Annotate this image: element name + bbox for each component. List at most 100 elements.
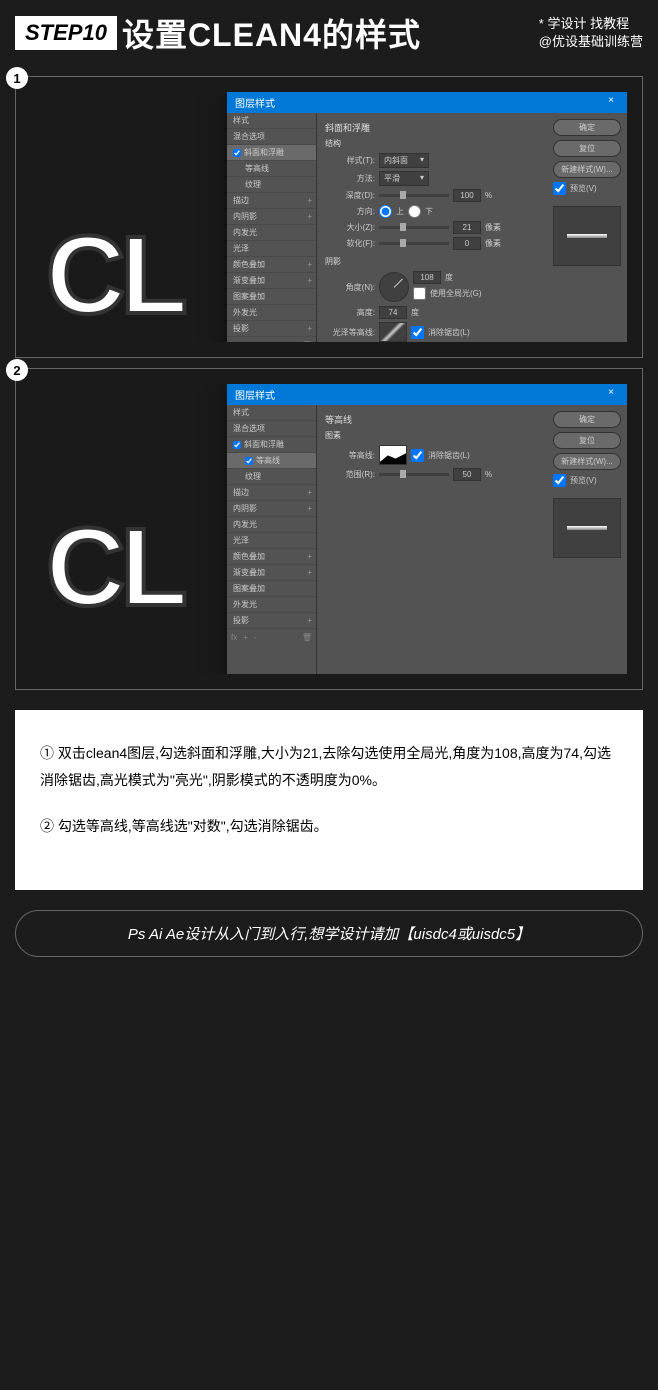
plus-icon: + [307,196,312,205]
altitude-input[interactable]: 74 [379,306,407,319]
ok-button[interactable]: 确定 [553,411,621,428]
style-item-gradient-overlay[interactable]: 渐变叠加+ [227,565,316,581]
style-item-satin[interactable]: 光泽 [227,241,316,257]
fx-icon[interactable]: fx [231,341,237,342]
remove-icon[interactable]: - [254,341,257,342]
add-icon[interactable]: + [243,341,248,342]
technique-label: 方法: [325,173,375,184]
style-item-contour[interactable]: 等高线 [227,453,316,469]
style-item-styles[interactable]: 样式 [227,113,316,129]
style-item-inner-shadow[interactable]: 内阴影+ [227,209,316,225]
remove-icon[interactable]: - [254,633,257,642]
style-item-texture[interactable]: 纹理 [227,177,316,193]
style-item-blend[interactable]: 混合选项 [227,129,316,145]
style-item-pattern-overlay[interactable]: 图案叠加 [227,289,316,305]
close-icon[interactable]: × [603,387,619,402]
style-item-drop-shadow[interactable]: 投影+ [227,321,316,337]
style-item-satin[interactable]: 光泽 [227,533,316,549]
style-item-contour[interactable]: 等高线 [227,161,316,177]
antialias-checkbox[interactable] [411,449,424,462]
global-light-checkbox[interactable] [413,287,426,300]
panel-number-1: 1 [6,67,28,89]
plus-icon: + [307,552,312,561]
size-slider[interactable] [379,226,449,229]
style-item-gradient-overlay[interactable]: 渐变叠加+ [227,273,316,289]
clean-text-preview: CL [46,504,183,631]
soften-input[interactable]: 0 [453,237,481,250]
style-item-inner-glow[interactable]: 内发光 [227,225,316,241]
style-item-stroke[interactable]: 描边+ [227,193,316,209]
style-dropdown[interactable]: 内斜面▾ [379,153,429,168]
gloss-contour-picker[interactable] [379,322,407,342]
bevel-checkbox[interactable] [233,149,241,157]
trash-icon[interactable]: 🗑 [302,341,312,342]
fx-icon[interactable]: fx [231,633,237,642]
style-item-stroke[interactable]: 描边+ [227,485,316,501]
style-list-footer: fx + - 🗑 [227,337,316,342]
preview-checkbox[interactable] [553,182,566,195]
dir-down-radio[interactable] [408,205,421,218]
dialog-right-panel: 确定 复位 新建样式(W)... 预览(V) [547,113,627,342]
add-icon[interactable]: + [243,633,248,642]
style-label: 样式(T): [325,155,375,166]
style-item-blend[interactable]: 混合选项 [227,421,316,437]
style-item-inner-glow[interactable]: 内发光 [227,517,316,533]
depth-label: 深度(D): [325,190,375,201]
ok-button[interactable]: 确定 [553,119,621,136]
description-box: ① 双击clean4图层,勾选斜面和浮雕,大小为21,去除勾选使用全局光,角度为… [15,710,643,890]
style-item-bevel[interactable]: 斜面和浮雕 [227,437,316,453]
preview-checkbox[interactable] [553,474,566,487]
angle-input[interactable]: 108 [413,271,441,284]
technique-dropdown[interactable]: 平滑▾ [379,171,429,186]
new-style-button[interactable]: 新建样式(W)... [553,453,621,470]
element-label: 图素 [325,430,539,441]
dialog-titlebar[interactable]: 图层样式 × [227,92,627,113]
range-slider[interactable] [379,473,449,476]
header-tagline: * 学设计 找教程 @优设基础训练营 [539,15,643,51]
style-item-bevel[interactable]: 斜面和浮雕 [227,145,316,161]
direction-label: 方向: [325,206,375,217]
new-style-button[interactable]: 新建样式(W)... [553,161,621,178]
dir-up-radio[interactable] [379,205,392,218]
style-item-color-overlay[interactable]: 颜色叠加+ [227,549,316,565]
cancel-button[interactable]: 复位 [553,432,621,449]
dialog-right-panel: 确定 复位 新建样式(W)... 预览(V) [547,405,627,674]
style-item-inner-shadow[interactable]: 内阴影+ [227,501,316,517]
soften-slider[interactable] [379,242,449,245]
plus-icon: + [307,324,312,333]
panel-number-2: 2 [6,359,28,381]
style-item-color-overlay[interactable]: 颜色叠加+ [227,257,316,273]
cancel-button[interactable]: 复位 [553,140,621,157]
dialog-titlebar[interactable]: 图层样式 × [227,384,627,405]
bevel-checkbox[interactable] [233,441,241,449]
style-item-outer-glow[interactable]: 外发光 [227,597,316,613]
contour-checkbox[interactable] [245,457,253,465]
gloss-label: 光泽等高线: [325,327,375,338]
panel-1: 1 CL 图层样式 × 样式 混合选项 斜面和浮雕 等高线 纹理 描边+ 内阴影… [15,76,643,358]
size-label: 大小(Z): [325,222,375,233]
style-item-texture[interactable]: 纹理 [227,469,316,485]
altitude-label: 高度: [325,307,375,318]
style-list: 样式 混合选项 斜面和浮雕 等高线 纹理 描边+ 内阴影+ 内发光 光泽 颜色叠… [227,113,317,342]
style-item-pattern-overlay[interactable]: 图案叠加 [227,581,316,597]
style-item-outer-glow[interactable]: 外发光 [227,305,316,321]
bevel-title: 斜面和浮雕 [325,121,539,134]
antialias-checkbox[interactable] [411,326,424,339]
depth-slider[interactable] [379,194,449,197]
depth-input[interactable]: 100 [453,189,481,202]
plus-icon: + [307,260,312,269]
desc-line-2: ② 勾选等高线,等高线选"对数",勾选消除锯齿。 [40,813,618,840]
trash-icon[interactable]: 🗑 [302,633,312,642]
style-item-drop-shadow[interactable]: 投影+ [227,613,316,629]
style-item-styles[interactable]: 样式 [227,405,316,421]
range-input[interactable]: 50 [453,468,481,481]
plus-icon: + [307,616,312,625]
plus-icon: + [307,212,312,221]
close-icon[interactable]: × [603,95,619,110]
layer-style-dialog-1: 图层样式 × 样式 混合选项 斜面和浮雕 等高线 纹理 描边+ 内阴影+ 内发光… [227,92,627,342]
soften-label: 软化(F): [325,238,375,249]
bevel-panel: 斜面和浮雕 结构 样式(T):内斜面▾ 方法:平滑▾ 深度(D):100% 方向… [317,113,547,342]
contour-picker[interactable] [379,445,407,465]
angle-dial[interactable] [379,272,409,302]
size-input[interactable]: 21 [453,221,481,234]
